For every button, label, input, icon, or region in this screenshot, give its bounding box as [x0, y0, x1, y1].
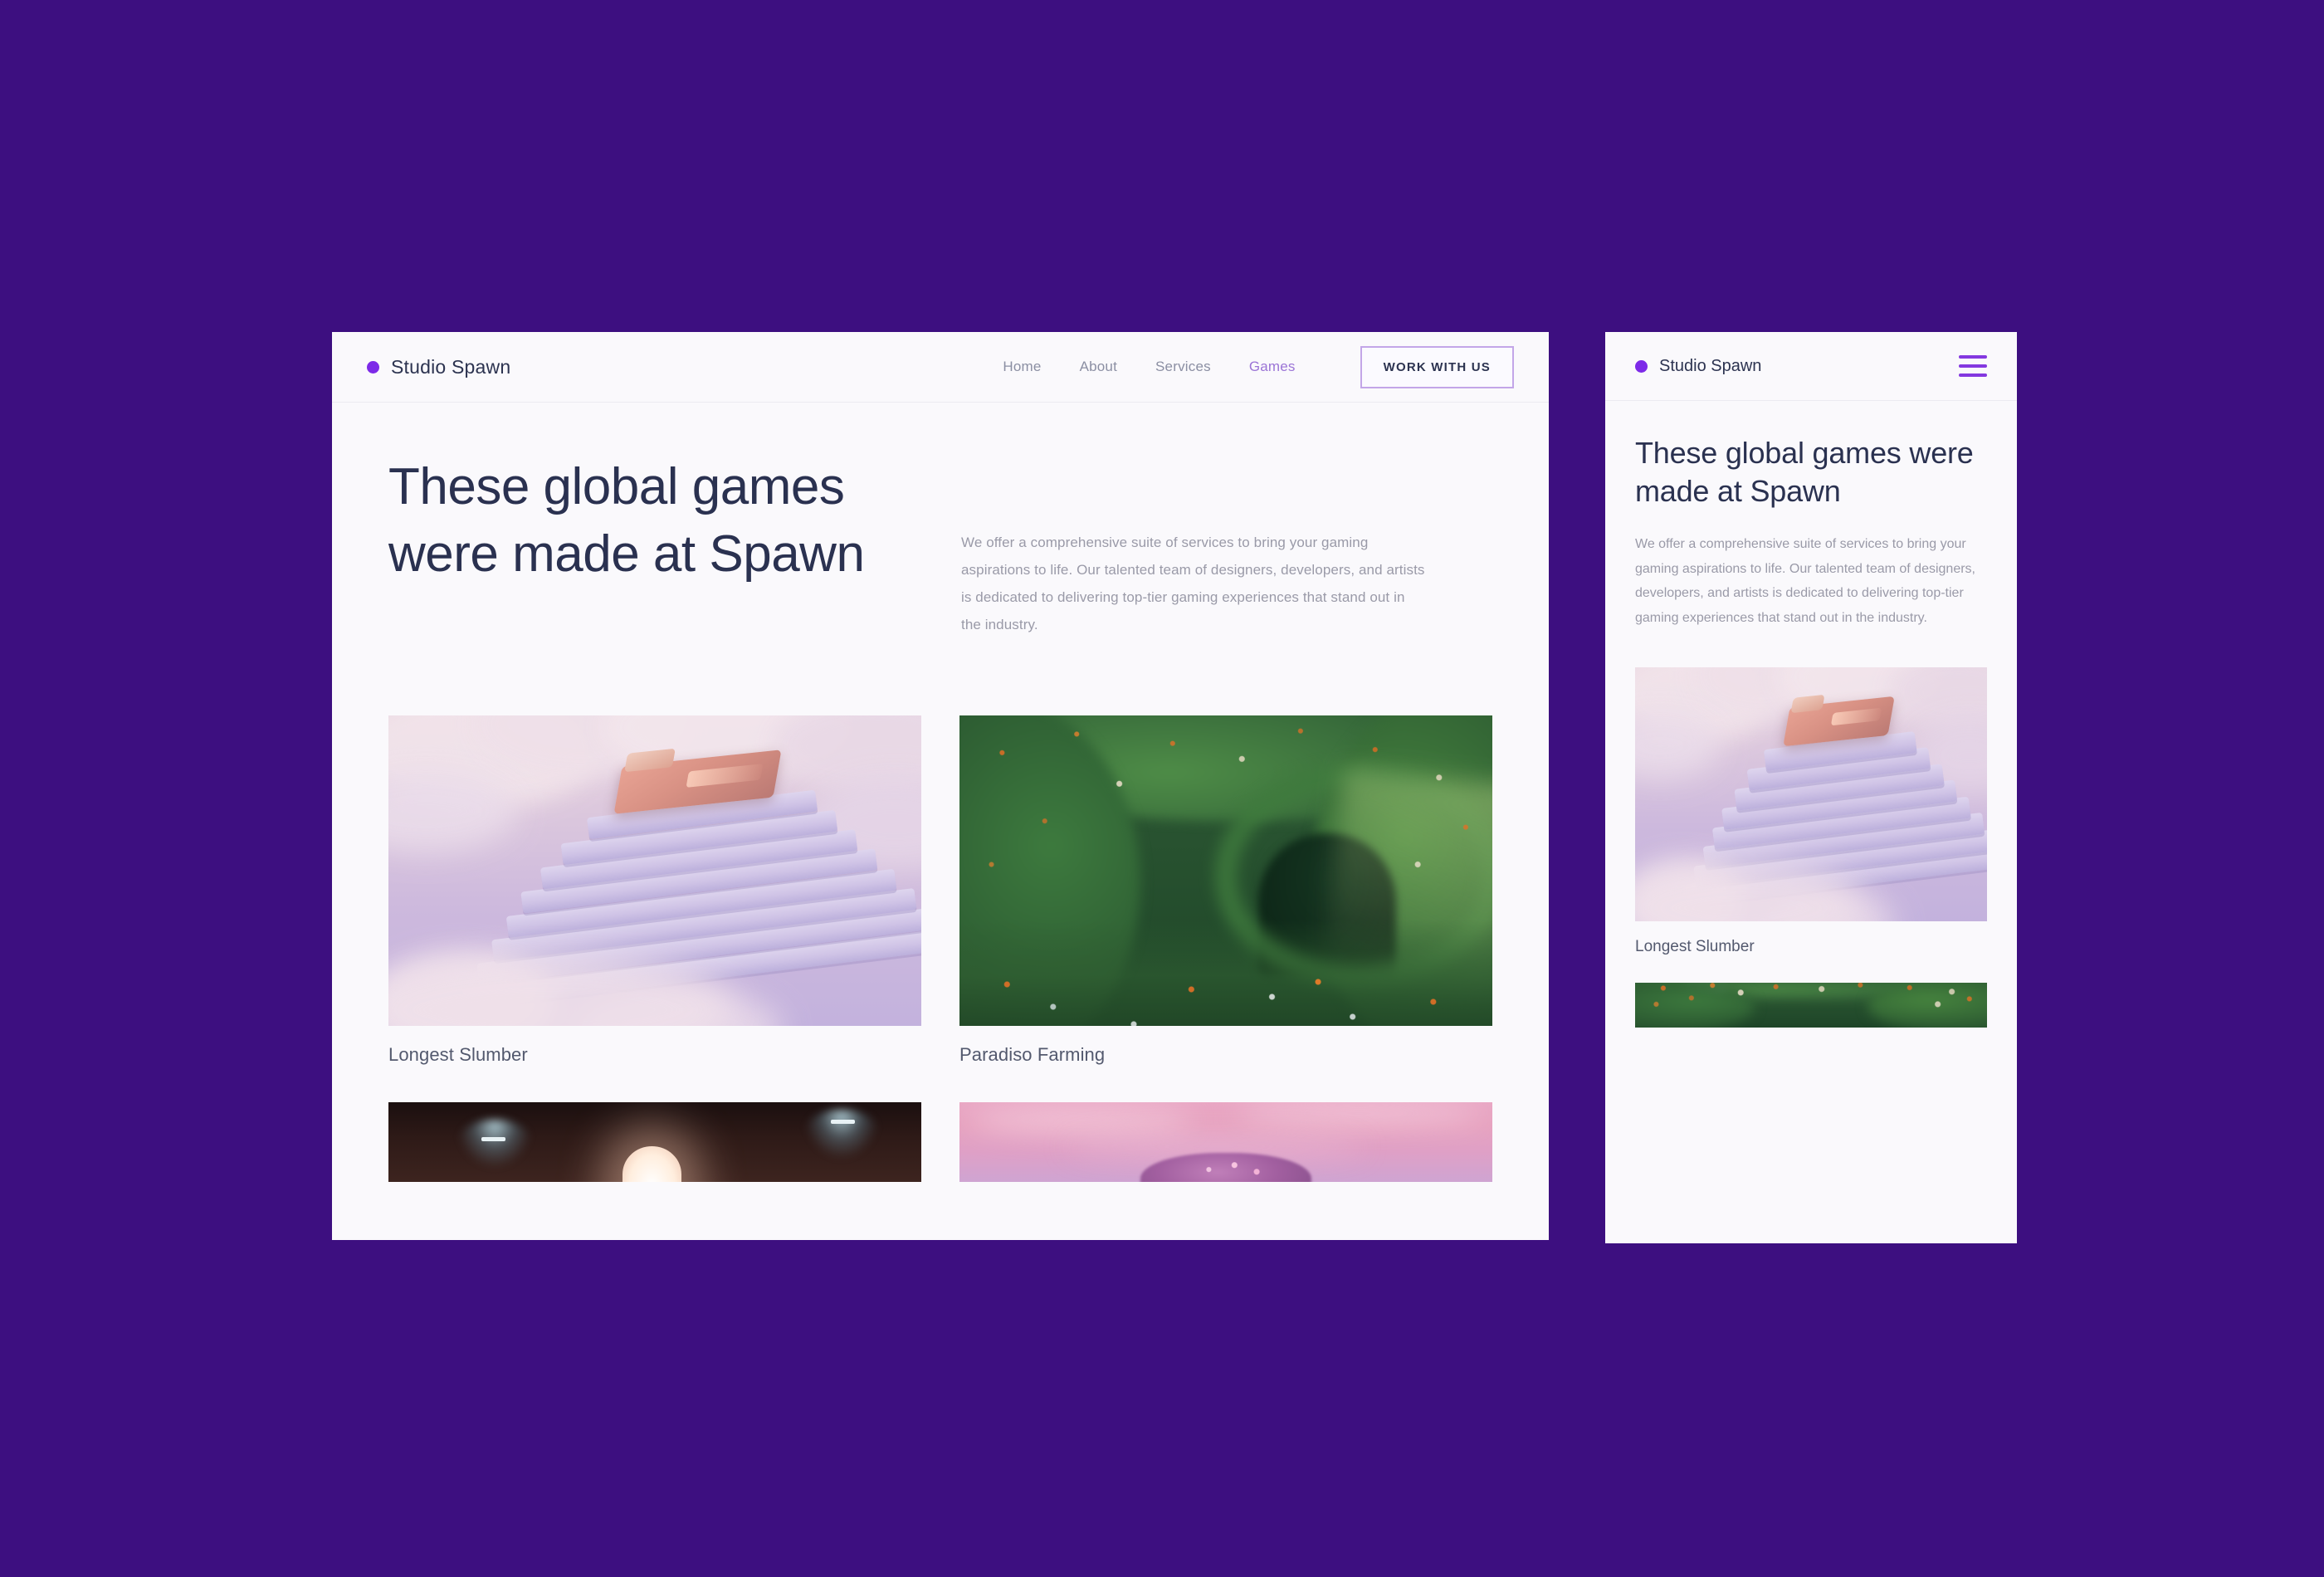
game-card-third[interactable]	[388, 1101, 921, 1182]
game-thumbnail-longest-slumber	[388, 715, 921, 1026]
game-thumbnail-dark-hall	[388, 1101, 921, 1182]
game-title: Longest Slumber	[388, 1043, 528, 1065]
mobile-brand-logo[interactable]: Studio Spawn	[1635, 357, 1761, 376]
game-card-paradiso-farming[interactable]	[1635, 982, 1987, 1028]
intro-paragraph: We offer a comprehensive suite of servic…	[1635, 537, 1975, 625]
page-title: These global games were made at Spawn	[1635, 436, 1974, 509]
mobile-header: Studio Spawn	[1605, 332, 2017, 401]
desktop-viewport-frame: Studio Spawn Home About Services Games W…	[332, 332, 1549, 1240]
games-grid: Longest Slumber Paradiso Farming	[388, 715, 1492, 1182]
game-card-longest-slumber[interactable]: Longest Slumber	[388, 715, 921, 1066]
page-title: These global games were made at Spawn	[388, 458, 865, 583]
intro-section: These global games were made at Spawn We…	[388, 454, 1492, 639]
mobile-games-list: Longest Slumber	[1635, 666, 1987, 1028]
nav-link-services[interactable]: Services	[1155, 359, 1211, 375]
mobile-viewport-frame: Studio Spawn These global games were mad…	[1605, 332, 2017, 1243]
intro-paragraph: We offer a comprehensive suite of servic…	[961, 535, 1425, 633]
mobile-content: These global games were made at Spawn We…	[1605, 401, 2017, 1028]
work-with-us-button[interactable]: WORK WITH US	[1360, 345, 1514, 388]
brand-dot-icon	[367, 360, 379, 374]
game-card-fourth[interactable]	[959, 1101, 1492, 1182]
game-thumbnail-longest-slumber	[1635, 666, 1987, 921]
nav-link-home[interactable]: Home	[1003, 359, 1041, 375]
game-thumbnail-pink-blossom	[959, 1101, 1492, 1182]
brand-name: Studio Spawn	[1659, 356, 1762, 375]
desktop-header: Studio Spawn Home About Services Games W…	[332, 332, 1549, 403]
brand-logo[interactable]: Studio Spawn	[367, 356, 510, 378]
game-card-longest-slumber[interactable]: Longest Slumber	[1635, 666, 1987, 956]
brand-name: Studio Spawn	[391, 355, 511, 378]
game-thumbnail-paradiso-farming	[1635, 982, 1987, 1028]
brand-dot-icon	[1635, 359, 1648, 373]
primary-navigation: Home About Services Games WORK WITH US	[1003, 345, 1514, 388]
game-thumbnail-paradiso-farming	[959, 715, 1492, 1026]
nav-link-games[interactable]: Games	[1249, 359, 1296, 375]
game-card-paradiso-farming[interactable]: Paradiso Farming	[959, 715, 1492, 1066]
nav-link-about[interactable]: About	[1080, 359, 1117, 375]
desktop-content: These global games were made at Spawn We…	[332, 403, 1549, 1182]
game-title: Paradiso Farming	[959, 1043, 1106, 1065]
game-title: Longest Slumber	[1635, 937, 1755, 955]
hamburger-icon[interactable]	[1959, 355, 1987, 377]
